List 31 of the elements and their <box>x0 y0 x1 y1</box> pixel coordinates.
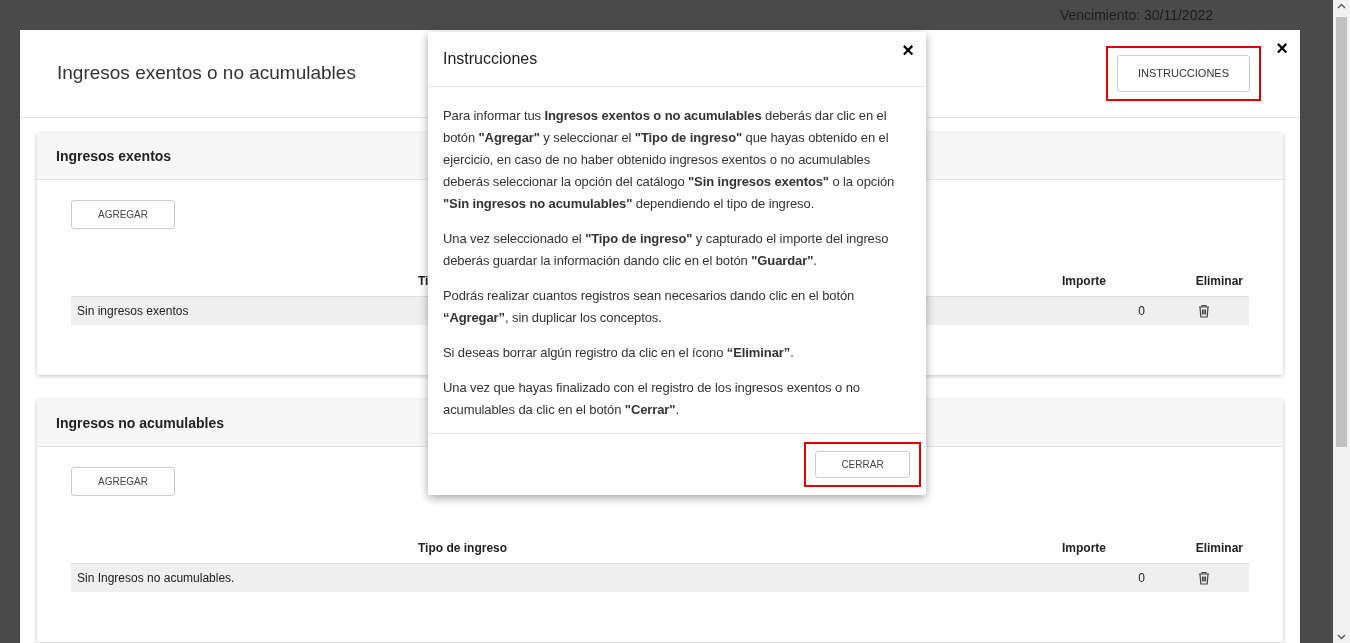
column-header: Ti <box>418 274 429 288</box>
section-title: Ingresos exentos <box>56 146 172 166</box>
table-cell: Sin Ingresos no acumulables. <box>77 571 235 585</box>
scrollbar[interactable] <box>1333 0 1350 643</box>
close-modal-button[interactable]: CERRAR <box>815 451 910 478</box>
table-cell-text: 0 <box>1137 303 1146 320</box>
table-cell: Sin ingresos exentos <box>77 304 189 318</box>
scrollbar-thumb[interactable] <box>1336 17 1347 447</box>
close-button[interactable]: × <box>902 40 914 60</box>
instruction-paragraph: Para informar tus Ingresos exentos o no acumulables deberás dar clic en el botón "Agregar" y seleccionar el "Tipo de ingreso" que hayas obtenido en el ejercicio, en caso de no haber obtenido ingresos exentos o no acumulables deberás seleccionar la opción del catálogo "Sin ingresos exentos" o la opción "Sin ingresos no acumulables" dependiendo el tipo de ingreso. <box>443 107 896 213</box>
scroll-up-icon[interactable] <box>1337 3 1346 9</box>
instruction-paragraph: Podrás realizar cuantos registros sean necesarios dando clic en el botón “Agregar”, sin duplicar los conceptos. <box>443 287 856 327</box>
trash-icon[interactable] <box>1198 571 1210 585</box>
close-button[interactable]: × <box>1276 38 1288 58</box>
add-button[interactable]: AGREGAR <box>71 467 175 496</box>
trash-icon[interactable] <box>1198 304 1210 318</box>
instructions-button[interactable]: INSTRUCCIONES <box>1117 55 1250 92</box>
section-title: Ingresos no acumulables <box>56 413 225 433</box>
table-cell-text: 0 <box>1137 570 1146 587</box>
instruction-paragraph: Una vez que hayas finalizado con el registro de los ingresos exentos o no acumulables da clic en el botón "Cerrar". <box>443 379 861 419</box>
column-header: Eliminar <box>1194 540 1244 557</box>
dialog-title: Ingresos exentos o no acumulables <box>57 61 357 86</box>
column-header: Importe <box>1061 273 1107 290</box>
column-header: Importe <box>1061 540 1107 557</box>
modal-title: Instrucciones <box>443 49 538 69</box>
column-header: Eliminar <box>1194 273 1244 290</box>
scroll-down-icon[interactable] <box>1337 634 1346 640</box>
instruction-paragraph: Una vez seleccionado el "Tipo de ingreso" y capturado el importe del ingreso deberás guardar la información dando clic en el botón "Guardar". <box>443 230 890 270</box>
add-button[interactable]: AGREGAR <box>71 200 175 229</box>
instruction-paragraph: Si deseas borrar algún registro da clic en el ícono “Eliminar”. <box>443 344 795 362</box>
column-header: Tipo de ingreso <box>418 541 508 555</box>
